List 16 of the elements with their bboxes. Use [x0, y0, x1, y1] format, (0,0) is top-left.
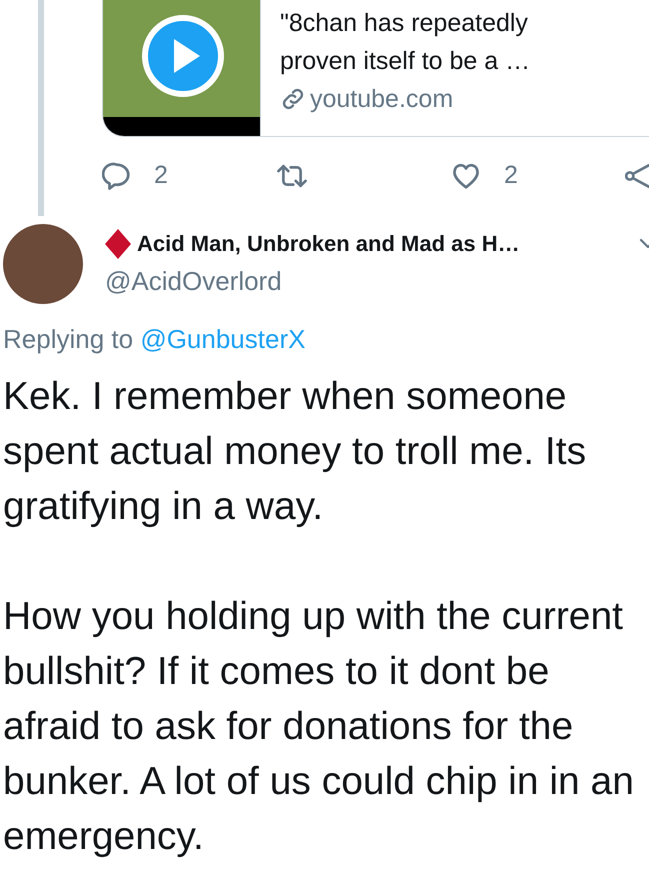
link-card[interactable]: "8chan has repeatedly proven itself to be a … youtube.com: [102, 0, 649, 137]
reply-count: 2: [154, 160, 168, 192]
tweet-text: Kek. I remember when someone spent actual money to troll me. Its gratifying in a way.: [3, 374, 588, 530]
diamond-icon: [105, 228, 131, 258]
author-name[interactable]: Acid Man, Unbroken and Mad as H…: [137, 227, 520, 260]
link-title: "8chan has repeatedly proven itself to be a …: [280, 8, 532, 77]
reply-icon[interactable]: [102, 161, 132, 191]
replying-to-line: Replying to @GunbusterX: [2, 323, 306, 356]
play-icon[interactable]: [142, 15, 224, 97]
like-count: 2: [504, 160, 518, 192]
share-icon[interactable]: [625, 161, 649, 191]
link-domain: youtube.com: [310, 84, 454, 115]
tweet-text: How you holding up with the current bullshit? If it comes to it dont be afraid to ask for donations for the bunker. A lot of us could chip in in an emergency.: [3, 594, 635, 860]
heart-icon[interactable]: [450, 161, 482, 191]
link-icon: [280, 86, 306, 112]
author-handle[interactable]: @AcidOverlord: [105, 262, 649, 301]
